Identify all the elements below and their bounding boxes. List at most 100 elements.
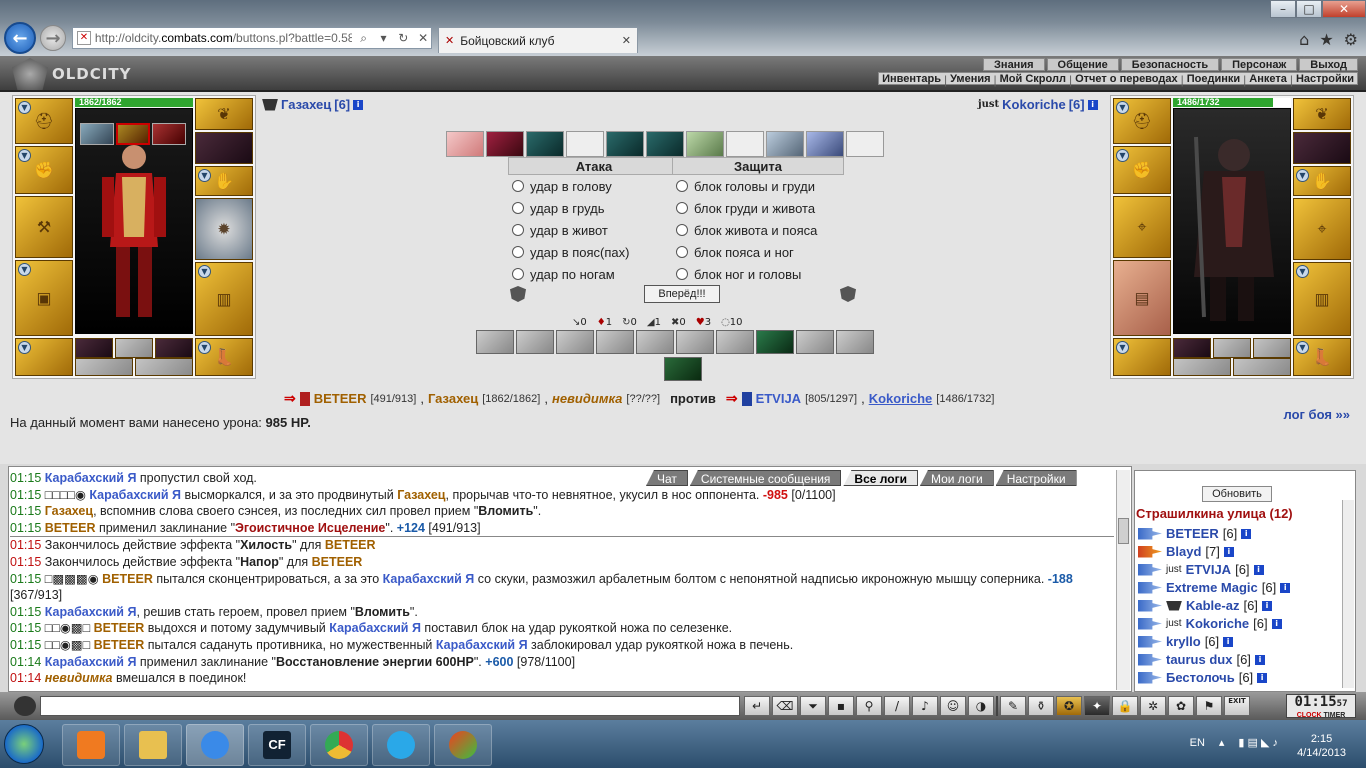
player-left-name[interactable]: Газахец [6] i bbox=[262, 97, 364, 112]
player-list-item[interactable]: Kable-az [6] i bbox=[1138, 598, 1272, 613]
tool-runes-icon[interactable]: ✲ bbox=[1140, 696, 1166, 716]
effect-slot-4[interactable] bbox=[566, 131, 604, 157]
opp-slot-bracers[interactable]: ▼ ✊ bbox=[1113, 146, 1171, 194]
start-button[interactable] bbox=[4, 724, 44, 764]
skill-slot-3[interactable] bbox=[556, 330, 594, 354]
save-icon[interactable]: ▪ bbox=[828, 696, 854, 716]
slot-belt[interactable]: ▼ bbox=[15, 338, 73, 376]
skill-slot-2[interactable] bbox=[516, 330, 554, 354]
defense-belly-belt[interactable]: блок живота и пояса bbox=[672, 219, 844, 241]
submenu-skills[interactable]: Умения bbox=[947, 73, 993, 85]
tab-my-logs[interactable]: Мои логи bbox=[919, 470, 994, 486]
opp-slot-boots[interactable]: ▼ 👢 bbox=[1293, 338, 1351, 376]
opp-slot-pants[interactable]: ▼ ▥ bbox=[1293, 262, 1351, 336]
search-icon[interactable]: ⌕ bbox=[356, 31, 372, 46]
effect-slot-5[interactable] bbox=[606, 131, 644, 157]
opp-slot-weapon[interactable]: ⌖ bbox=[1113, 196, 1171, 258]
browser-tab[interactable]: ✕ Бойцовский клуб ✕ bbox=[438, 27, 638, 53]
submenu-scroll[interactable]: Мой Скролл bbox=[997, 73, 1069, 85]
team1-member-1[interactable]: BETEER bbox=[314, 391, 367, 406]
defense-belt-legs[interactable]: блок пояса и ног bbox=[672, 241, 844, 263]
private-message-icon[interactable] bbox=[1138, 653, 1162, 666]
submenu-settings[interactable]: Настройки bbox=[1293, 73, 1357, 85]
player-list-item[interactable]: Blayd [7] i bbox=[1138, 544, 1234, 559]
radio-icon[interactable] bbox=[676, 246, 688, 258]
opp-slot-helmet[interactable]: ▼ ⛑ bbox=[1113, 98, 1171, 144]
player-list-item[interactable]: BETEER [6] i bbox=[1138, 526, 1252, 541]
radio-icon[interactable] bbox=[512, 268, 524, 280]
eraser-icon[interactable]: ⌫ bbox=[772, 696, 798, 716]
filter-icon[interactable]: ⏷ bbox=[800, 696, 826, 716]
effect-slot-9[interactable] bbox=[766, 131, 804, 157]
log-scroll-thumb[interactable] bbox=[1118, 518, 1129, 544]
exit-button[interactable]: EXIT bbox=[1224, 696, 1250, 716]
translit-icon[interactable]: / bbox=[884, 696, 910, 716]
slot-pocket-2[interactable] bbox=[135, 358, 193, 376]
player-list-item[interactable]: just ETVIJA [6] i bbox=[1138, 562, 1264, 577]
dropdown-icon[interactable]: ▾ bbox=[376, 31, 392, 45]
tool-flag-icon[interactable]: ⚑ bbox=[1196, 696, 1222, 716]
opp-slot-rune-3[interactable] bbox=[1253, 338, 1291, 358]
info-icon[interactable]: i bbox=[1241, 528, 1252, 539]
info-icon[interactable]: i bbox=[1280, 582, 1291, 593]
info-icon[interactable]: i bbox=[1254, 654, 1265, 665]
opp-slot-pocket-2[interactable] bbox=[1233, 358, 1291, 376]
effect-slot-6[interactable] bbox=[646, 131, 684, 157]
home-icon[interactable]: ⌂ bbox=[1299, 30, 1309, 49]
attack-belly[interactable]: удар в живот bbox=[508, 219, 680, 241]
taskbar-cf[interactable]: CF bbox=[248, 724, 306, 766]
slot-weapon[interactable]: ⚒ bbox=[15, 196, 73, 258]
refresh-button[interactable]: Обновить bbox=[1202, 486, 1272, 502]
menu-obshchenie[interactable]: Общение bbox=[1046, 58, 1119, 71]
slot-gloves[interactable]: ▼ ✋ bbox=[195, 166, 253, 196]
back-button[interactable]: ← bbox=[4, 22, 36, 54]
private-message-icon[interactable] bbox=[1138, 617, 1162, 630]
radio-icon[interactable] bbox=[512, 246, 524, 258]
taskbar-media-player[interactable] bbox=[62, 724, 120, 766]
menu-personazh[interactable]: Персонаж bbox=[1221, 58, 1298, 71]
info-icon[interactable]: i bbox=[1087, 99, 1098, 110]
stop-icon[interactable]: ✕ bbox=[415, 31, 431, 45]
chat-smiley-icon[interactable] bbox=[14, 696, 36, 716]
player-list-scrollbar[interactable] bbox=[1342, 500, 1354, 688]
opp-slot-offhand[interactable]: ⌖ bbox=[1293, 198, 1351, 260]
info-icon[interactable]: i bbox=[1223, 546, 1234, 557]
skill-slot-9[interactable] bbox=[796, 330, 834, 354]
opp-slot-amulet[interactable]: ❦ bbox=[1293, 98, 1351, 130]
submenu-profile[interactable]: Анкета bbox=[1246, 73, 1290, 85]
team2-member-1[interactable]: ETVIJA bbox=[756, 391, 802, 406]
player-list-item[interactable]: Extreme Magic [6] i bbox=[1138, 580, 1291, 595]
effect-slot-10[interactable] bbox=[806, 131, 844, 157]
forward-button[interactable]: → bbox=[40, 25, 66, 51]
menu-bezopasnost[interactable]: Безопасность bbox=[1120, 58, 1220, 71]
tool-flower-icon[interactable]: ✿ bbox=[1168, 696, 1194, 716]
slot-rune-1[interactable] bbox=[75, 338, 113, 358]
team1-member-2[interactable]: Газахец bbox=[428, 391, 478, 406]
skill-slot-1[interactable] bbox=[476, 330, 514, 354]
submenu-inventory[interactable]: Инвентарь bbox=[879, 73, 944, 85]
gear-icon[interactable]: ⚙ bbox=[1344, 30, 1358, 49]
radio-icon[interactable] bbox=[512, 180, 524, 192]
slot-pants[interactable]: ▼ ▥ bbox=[195, 262, 253, 336]
url-text[interactable]: http://oldcity.combats.com/buttons.pl?ba… bbox=[95, 31, 352, 45]
opp-slot-rune-1[interactable] bbox=[1173, 338, 1211, 358]
slot-helmet[interactable]: ▼ ⛑ bbox=[15, 98, 73, 144]
effect-slot-11[interactable] bbox=[846, 131, 884, 157]
skill-slot-8[interactable] bbox=[756, 330, 794, 354]
skill-slot-4[interactable] bbox=[596, 330, 634, 354]
log-scrollbar[interactable] bbox=[1116, 470, 1130, 690]
slot-rune-3[interactable] bbox=[155, 338, 193, 358]
taskbar-skype[interactable] bbox=[372, 724, 430, 766]
opp-slot-pocket-1[interactable] bbox=[1173, 358, 1231, 376]
tab-chat[interactable]: Чат bbox=[646, 470, 688, 486]
player-right-name[interactable]: just Kokoriche [6] i bbox=[978, 97, 1098, 112]
tool-dark-icon[interactable]: ✦ bbox=[1084, 696, 1110, 716]
submenu-transfers[interactable]: Отчет о переводах bbox=[1072, 73, 1181, 85]
private-message-icon[interactable] bbox=[1138, 527, 1162, 540]
tool-bag-icon[interactable]: ⚱ bbox=[1028, 696, 1054, 716]
sound-icon[interactable]: ♪ bbox=[912, 696, 938, 716]
skill-slot-11[interactable] bbox=[664, 357, 702, 381]
slot-amulet[interactable]: ❦ bbox=[195, 98, 253, 130]
radio-icon[interactable] bbox=[512, 224, 524, 236]
opp-slot-gloves[interactable]: ▼ ✋ bbox=[1293, 166, 1351, 196]
